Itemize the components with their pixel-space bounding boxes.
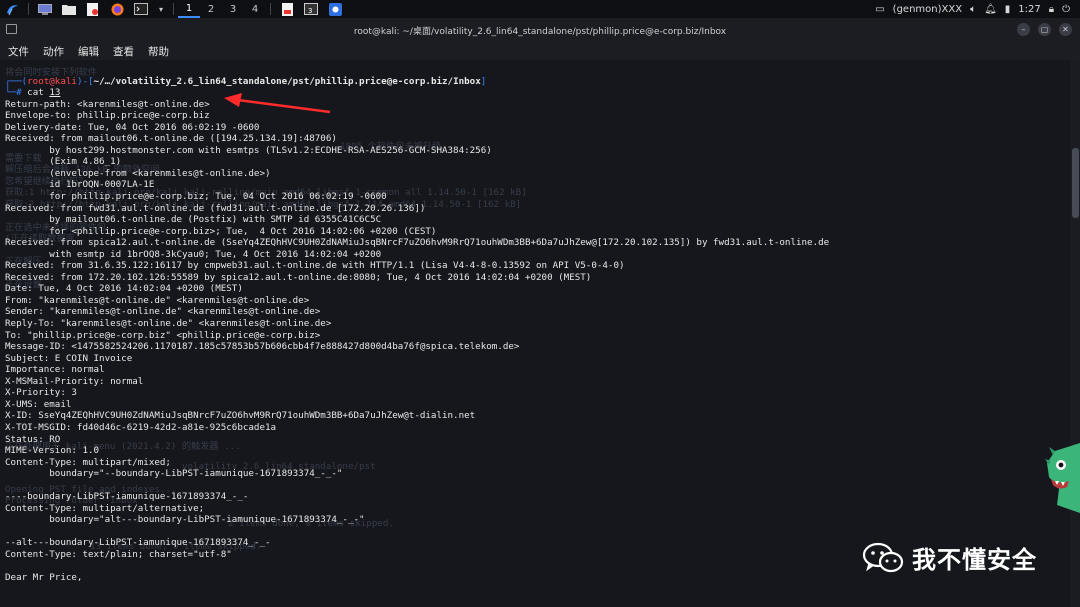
workspace-2[interactable]: 2 (200, 0, 222, 18)
output-line: From: "karenmiles@t-online.de" <karenmil… (5, 294, 310, 306)
output-line: Delivery-date: Tue, 04 Oct 2016 06:02:19… (5, 121, 260, 133)
scrollbar-thumb[interactable] (1072, 148, 1079, 218)
output-line: Subject: E COIN Invoice (5, 352, 133, 364)
clock[interactable]: 1:27 (1018, 4, 1040, 15)
terminal-window-icon[interactable]: 3 (302, 2, 320, 16)
output-line: Content-Type: multipart/mixed; (5, 456, 171, 468)
window-title: root@kali: ~/桌面/volatility_2.6_lin64_sta… (353, 26, 727, 37)
output-line: Date: Tue, 4 Oct 2016 14:02:04 +0200 (ME… (5, 283, 243, 295)
terminal-icon[interactable] (132, 2, 150, 16)
output-line: X-Priority: 3 (5, 387, 77, 399)
prompt-path: ~/…/volatility_2.6_lin64_standalone/pst/… (93, 75, 481, 87)
minimize-button[interactable]: – (1017, 23, 1030, 36)
volume-icon[interactable]: 🔈︎ (970, 4, 976, 15)
kali-menu-icon[interactable] (3, 2, 21, 16)
divider (173, 3, 174, 15)
power-icon[interactable]: ⏻ (1062, 4, 1070, 15)
watermark: 我不懂安全 (862, 540, 1037, 575)
output-line: for phillip.price@e-corp.biz; Tue, 04 Oc… (5, 191, 387, 203)
output-line: id 1brOQN-0007LA-1E (5, 179, 155, 191)
workspace-1[interactable]: 1 (178, 0, 200, 18)
watermark-text: 我不懂安全 (912, 546, 1037, 574)
wechat-logo-icon (862, 542, 904, 572)
command-line: └─# cat 13 (5, 87, 61, 99)
terminal-output: ┌──(root@kali)-[~/…/volatility_2.6_lin64… (5, 64, 1045, 584)
divider (28, 3, 29, 15)
output-line: (Exim 4.86_1) (5, 156, 122, 168)
bell-icon[interactable]: 🔔︎ (984, 4, 997, 15)
menu-action[interactable]: 动作 (43, 44, 64, 59)
file-manager-icon[interactable] (60, 2, 78, 16)
output-line: Importance: normal (5, 364, 105, 376)
output-line: Received: from 31.6.35.122:16117 by cmpw… (5, 260, 625, 272)
lock-icon[interactable]: 🔒︎ (1049, 4, 1054, 15)
output-line: To: "phillip.price@e-corp.biz" <phillip.… (5, 329, 321, 341)
dinosaur-mascot-icon (1045, 443, 1080, 513)
maximize-button[interactable]: ▢ (1038, 23, 1051, 36)
output-line: Reply-To: "karenmiles@t-online.de" <kare… (5, 318, 332, 330)
scrollbar[interactable] (1070, 60, 1080, 607)
output-line: boundary="alt---boundary-LibPST-iamuniqu… (5, 514, 365, 526)
output-line: Content-Type: multipart/alternative; (5, 502, 205, 514)
output-line: Sender: "karenmiles@t-online.de" <karenm… (5, 306, 321, 318)
menu-edit[interactable]: 编辑 (78, 44, 99, 59)
output-line: X-ID: SseYq4ZEQhHVC9UH0ZdNAMiuJsqBNrcF7u… (5, 410, 476, 422)
output-line: X-TOI-MSGID: fd40d46c-6219-42d2-a81e-925… (5, 421, 277, 433)
divider (270, 3, 271, 15)
terminal-area[interactable]: 将会同时安装下列软件 1895 个软件包未被升级。 需要下载 解压缩后会消耗 1… (0, 60, 1080, 607)
output-line: Envelope-to: phillip.price@e-corp.biz (5, 110, 210, 122)
pdf-viewer-icon[interactable] (278, 2, 296, 16)
prompt-line: ┌──(root@kali)-[~/…/volatility_2.6_lin64… (5, 75, 487, 87)
battery-icon[interactable]: ▮ (1005, 4, 1011, 15)
output-line: by mailout06.t-online.de (Postfix) with … (5, 214, 382, 226)
output-line: with esmtp id 1brOQ8-3kCyau0; Tue, 4 Oct… (5, 248, 382, 260)
menu-help[interactable]: 帮助 (148, 44, 169, 59)
output-line: for <phillip.price@e-corp.biz>; Tue, 4 O… (5, 225, 437, 237)
workspace-3[interactable]: 3 (222, 0, 244, 18)
command-argument: 13 (49, 87, 61, 99)
output-line: Return-path: <karenmiles@t-online.de> (5, 98, 210, 110)
output-line: Received: from spica12.aul.t-online.de (… (5, 237, 830, 249)
window-titlebar[interactable]: root@kali: ~/桌面/volatility_2.6_lin64_sta… (0, 18, 1080, 42)
command: cat (27, 87, 44, 99)
output-line: X-UMS: email (5, 398, 72, 410)
genmon-user[interactable]: (genmon)XXX (893, 4, 962, 15)
menubar: 文件 动作 编辑 查看 帮助 (0, 42, 1080, 60)
window-count-badge: 3 (308, 7, 313, 15)
workspace-4[interactable]: 4 (244, 0, 266, 18)
output-line: Received: from mailout06.t-online.de ([1… (5, 133, 337, 145)
prompt-user: root@kali (27, 75, 77, 87)
output-line: Status: RO (5, 433, 61, 445)
settings-window-icon[interactable] (326, 2, 344, 16)
firefox-icon[interactable] (108, 2, 126, 16)
chevron-down-icon[interactable]: ▾ (156, 2, 166, 16)
terminal-icon (6, 24, 17, 34)
output-line: ----boundary-LibPST-iamunique-1671893374… (5, 491, 249, 503)
text-editor-icon[interactable] (84, 2, 102, 16)
email-output: Return-path: <karenmiles@t-online.de> Env… (5, 99, 1045, 584)
monitor-icon[interactable]: ▭ (875, 4, 884, 15)
close-button[interactable]: ✕ (1059, 23, 1072, 36)
output-line: Received: from 172.20.102.126:55589 by s… (5, 271, 592, 283)
output-line: boundary="--boundary-LibPST-iamunique-16… (5, 468, 343, 480)
desktop-icon[interactable] (36, 2, 54, 16)
menu-file[interactable]: 文件 (8, 44, 29, 59)
output-line: Message-ID: <1475582524206.1170187.185c5… (5, 341, 520, 353)
menu-view[interactable]: 查看 (113, 44, 134, 59)
output-line: Received: from fwd31.aul.t-online.de (fw… (5, 202, 426, 214)
prompt-symbol: # (16, 87, 22, 99)
taskbar: ▾ 1 2 3 4 3 ▭ (genmon)XXX 🔈︎ 🔔︎ ▮ 1:27 🔒… (0, 0, 1080, 18)
output-line: MIME-Version: 1.0 (5, 445, 100, 457)
output-line: X-MSMail-Priority: normal (5, 375, 144, 387)
output-line: (envelope-from <karenmiles@t-online.de>) (5, 167, 271, 179)
output-line: by host299.hostmonster.com with esmtps (… (5, 144, 492, 156)
